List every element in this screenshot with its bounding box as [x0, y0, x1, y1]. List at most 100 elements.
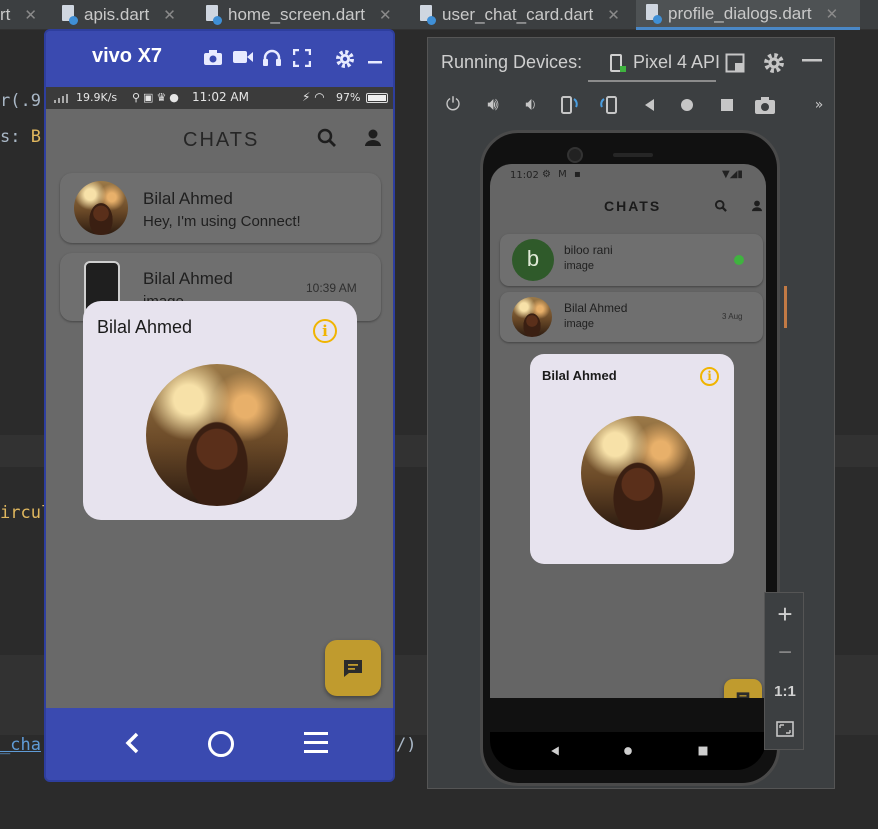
home-icon[interactable] [676, 94, 698, 116]
profile-picture[interactable] [146, 364, 288, 506]
status-time: 11:02 AM [192, 90, 249, 104]
speaker-grille [613, 153, 653, 157]
fullscreen-icon[interactable] [291, 48, 313, 71]
search-icon[interactable] [714, 199, 728, 213]
running-devices-header: Running Devices: Pixel 4 API [428, 38, 834, 88]
editor-tab-home-screen[interactable]: home_screen.dart ✕ [206, 0, 392, 30]
home-icon[interactable] [208, 731, 234, 757]
editor-tab-rt[interactable]: rt ✕ [0, 0, 37, 30]
info-icon[interactable]: i [700, 367, 719, 386]
user-avatar[interactable] [74, 181, 128, 235]
zoom-actual-size-button[interactable]: 1:1 [765, 683, 805, 700]
chat-timestamp: 3 Aug [722, 312, 743, 321]
notification-icons: ⚙ M ▪ [542, 169, 583, 180]
running-devices-label: Running Devices: [441, 52, 583, 72]
app-title: CHATS [183, 129, 260, 151]
rotate-left-icon[interactable] [558, 94, 580, 116]
tab-label: profile_dialogs.dart [668, 3, 812, 23]
chat-user-name: biloo rani [564, 243, 613, 257]
back-icon[interactable] [638, 94, 660, 116]
camera-icon[interactable] [202, 49, 224, 71]
editor-tab-user-chat-card[interactable]: user_chat_card.dart ✕ [420, 0, 620, 30]
battery-percent: 97% [336, 91, 361, 104]
menu-icon[interactable] [304, 732, 328, 754]
chat-last-message: Hey, I'm using Connect! [143, 213, 301, 230]
home-icon[interactable] [621, 744, 635, 758]
signal-battery-icons: ▼◢▮ [722, 169, 743, 180]
editor-tab-profile-dialogs[interactable]: profile_dialogs.dart ✕ [636, 0, 860, 30]
rotate-right-icon[interactable] [598, 94, 620, 116]
mirror-title: vivo X7 [92, 45, 163, 67]
network-speed: 19.9K/s [76, 91, 118, 104]
search-icon[interactable] [316, 127, 338, 149]
settings-gear-icon[interactable] [763, 52, 785, 74]
close-icon[interactable]: ✕ [607, 6, 620, 24]
notification-icons: ⚲▣♛● [132, 91, 182, 104]
profile-icon[interactable] [362, 127, 384, 149]
tab-label: rt [0, 5, 11, 24]
power-icon[interactable]: ⏻ [442, 94, 464, 116]
close-icon[interactable]: ✕ [24, 6, 37, 24]
headphones-icon[interactable] [261, 49, 283, 71]
battery-icon [366, 93, 388, 103]
code-link[interactable]: _cha [0, 735, 41, 755]
minimize-icon[interactable] [364, 49, 386, 71]
profile-dialog: Bilal Ahmed i [530, 354, 734, 564]
zoom-out-button[interactable]: − [765, 639, 805, 667]
chat-icon [344, 660, 362, 677]
screenshot-camera-icon[interactable] [754, 94, 776, 116]
new-chat-button[interactable] [724, 679, 762, 698]
chat-icon [736, 692, 750, 698]
pixel-nav-bar [490, 732, 766, 770]
settings-gear-icon[interactable] [334, 49, 356, 71]
minimize-icon[interactable] [802, 58, 822, 64]
user-avatar-initial[interactable]: b [512, 239, 554, 281]
device-tab-pixel-4[interactable]: Pixel 4 API [633, 52, 720, 73]
new-chat-button[interactable] [325, 640, 381, 696]
pixel-app-screen: 11:02 ⚙ M ▪ ▼◢▮ CHATS b biloo rani image… [490, 164, 766, 698]
user-avatar[interactable] [512, 297, 552, 337]
profile-dialog: Bilal Ahmed i [83, 301, 357, 520]
zoom-fit-icon[interactable] [776, 721, 794, 737]
android-nav-bar [46, 708, 393, 780]
editor-tab-apis[interactable]: apis.dart ✕ [62, 0, 176, 30]
code-line: /) [396, 735, 417, 755]
front-camera [567, 147, 583, 163]
android-status-bar: 11:02 ⚙ M ▪ ▼◢▮ [490, 164, 766, 186]
volume-up-icon[interactable]: 🔊︎ [482, 94, 504, 116]
code-token: s: [0, 127, 31, 147]
code-token: B [30, 127, 41, 147]
video-icon[interactable] [232, 49, 254, 71]
more-actions-icon[interactable]: » [808, 94, 830, 116]
wifi-icon: ⚡︎ ◠ [302, 90, 325, 104]
dart-file-icon [206, 5, 222, 25]
mirror-header: vivo X7 [46, 31, 393, 87]
chat-user-name: Bilal Ahmed [143, 189, 233, 208]
chat-card[interactable]: Bilal Ahmed Hey, I'm using Connect! [60, 173, 381, 243]
editor-tab-bar: rt ✕ apis.dart ✕ home_screen.dart ✕ user… [0, 0, 878, 30]
chat-last-message: image [564, 318, 594, 330]
close-icon[interactable]: ✕ [379, 6, 392, 24]
info-icon[interactable]: i [313, 319, 337, 343]
back-icon[interactable] [118, 728, 148, 758]
zoom-in-button[interactable]: + [765, 599, 805, 630]
tab-label: user_chat_card.dart [442, 5, 594, 24]
chat-last-message: image [564, 260, 594, 272]
dialog-user-name: Bilal Ahmed [542, 368, 617, 383]
volume-down-icon[interactable]: 🔉︎ [520, 94, 542, 116]
device-status-dot [620, 66, 626, 72]
chat-card[interactable]: Bilal Ahmed image 3 Aug [500, 292, 763, 342]
online-status-dot [734, 255, 744, 265]
close-icon[interactable]: ✕ [163, 6, 176, 24]
profile-picture[interactable] [581, 416, 695, 530]
layout-split-icon[interactable] [725, 53, 745, 73]
overview-icon[interactable] [716, 94, 738, 116]
chat-user-name: Bilal Ahmed [564, 301, 628, 315]
close-icon[interactable]: ✕ [826, 5, 839, 23]
chat-card[interactable]: b biloo rani image [500, 234, 763, 286]
overview-icon[interactable] [696, 744, 710, 758]
android-status-bar: 19.9K/s ⚲▣♛● 11:02 AM ⚡︎ ◠ 97% [46, 87, 393, 109]
back-icon[interactable] [548, 744, 562, 758]
app-title: CHATS [604, 198, 662, 214]
profile-icon[interactable] [750, 199, 764, 213]
